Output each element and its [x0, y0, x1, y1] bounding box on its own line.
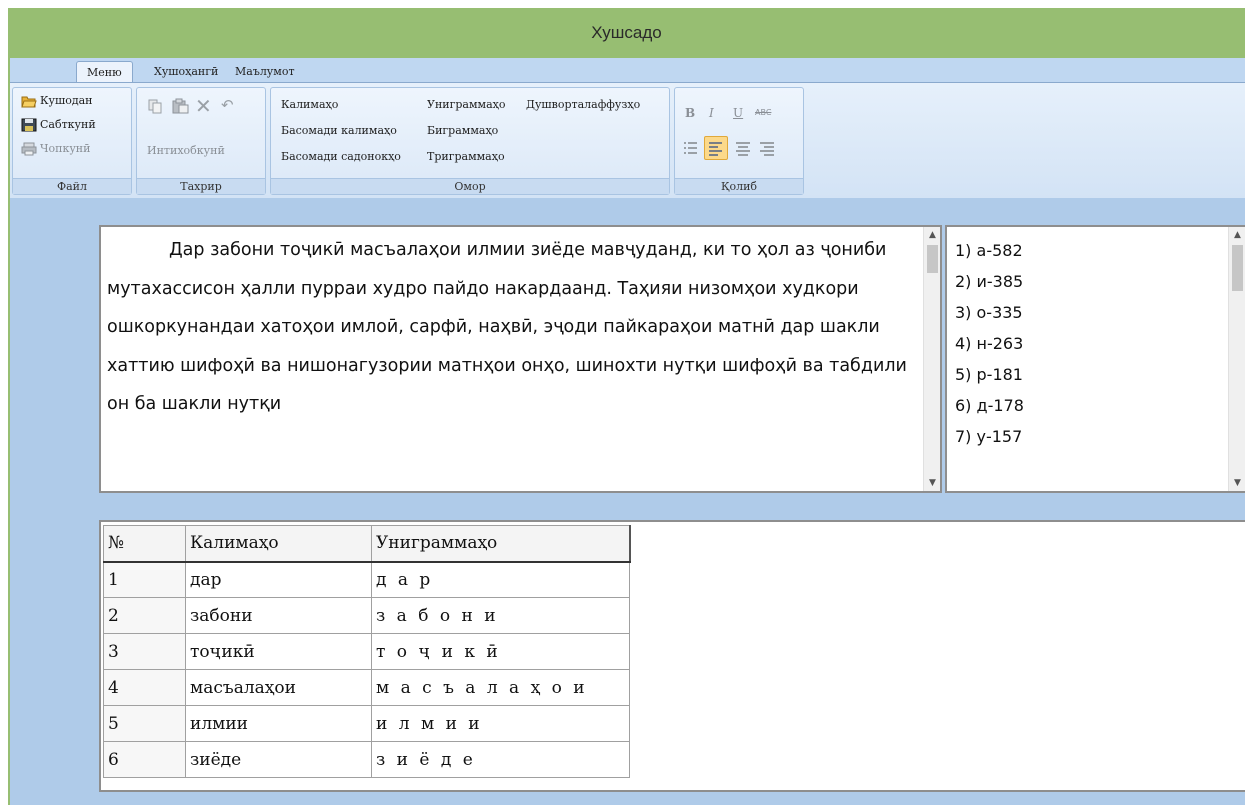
list-item[interactable]: 7) у-157	[955, 421, 1024, 452]
file-group: Кушодан Сабткунӣ Чопкунӣ Файл	[12, 87, 132, 195]
format-group: B I U ABC Қолиб	[674, 87, 804, 195]
row-number-cell[interactable]: 2	[103, 597, 186, 634]
row-number-cell[interactable]: 5	[103, 705, 186, 742]
unigram-cell[interactable]: з а б о н и	[371, 597, 630, 634]
text-content[interactable]: Дар забони тоҷикӣ масъалаҳои илмии зиёде…	[107, 231, 915, 424]
cut-icon[interactable]: ✕	[195, 94, 212, 118]
table-row[interactable]: 1 дар д а р	[103, 561, 630, 598]
bold-button[interactable]: B	[685, 106, 695, 120]
word-cell[interactable]: масъалаҳои	[185, 669, 372, 706]
window-title: Хушсадо	[591, 23, 662, 42]
title-bar: Хушсадо	[8, 8, 1245, 58]
list-item[interactable]: 2) и-385	[955, 266, 1024, 297]
format-group-label: Қолиб	[675, 178, 803, 194]
paste-icon[interactable]	[171, 98, 189, 114]
tab-info[interactable]: Маълумот	[225, 61, 305, 83]
bigrams-button[interactable]: Биграммаҳо	[427, 124, 498, 138]
frequency-scrollbar-thumb[interactable]	[1232, 245, 1243, 291]
list-item[interactable]: 1) а-582	[955, 235, 1024, 266]
frequency-list: 1) а-582 2) и-385 3) о-335 4) н-263 5) р…	[955, 235, 1024, 452]
grid-header-row: № Калимаҳо Униграммаҳо	[103, 525, 631, 563]
text-scrollbar[interactable]: ▲ ▼	[923, 227, 940, 491]
save-icon	[21, 118, 37, 132]
word-cell[interactable]: зиёде	[185, 741, 372, 778]
copy-icon[interactable]	[147, 98, 163, 114]
align-center-icon[interactable]	[735, 140, 751, 156]
row-number-cell[interactable]: 3	[103, 633, 186, 670]
row-number-cell[interactable]: 4	[103, 669, 186, 706]
open-button[interactable]: Кушодан	[21, 94, 93, 108]
tab-sound[interactable]: Хушоҳангӣ	[144, 61, 228, 83]
table-row[interactable]: 5 илмии и л м и и	[103, 705, 630, 742]
word-cell[interactable]: тоҷикӣ	[185, 633, 372, 670]
frequency-scrollbar[interactable]: ▲ ▼	[1228, 227, 1245, 491]
underline-button[interactable]: U	[733, 106, 743, 120]
column-header-number[interactable]: №	[103, 525, 186, 563]
table-row[interactable]: 3 тоҷикӣ т о ҷ и к ӣ	[103, 633, 630, 670]
tab-menu[interactable]: Меню	[76, 61, 133, 83]
unigram-cell[interactable]: м а с ъ а л а ҳ о и	[371, 669, 630, 706]
unigram-cell[interactable]: з и ё д е	[371, 741, 630, 778]
word-cell[interactable]: дар	[185, 561, 372, 598]
words-button[interactable]: Калимаҳо	[281, 98, 338, 112]
data-grid-pane: № Калимаҳо Униграммаҳо 1 дар д а р 2 заб…	[99, 520, 1245, 792]
list-item[interactable]: 4) н-263	[955, 328, 1024, 359]
folder-open-icon	[21, 96, 37, 108]
word-cell[interactable]: забони	[185, 597, 372, 634]
save-button[interactable]: Сабткунӣ	[21, 118, 96, 132]
ribbon-tab-strip: Меню Хушоҳангӣ Маълумот	[10, 58, 1245, 83]
undo-icon[interactable]: ↶	[221, 96, 234, 114]
print-icon	[21, 142, 37, 156]
align-left-button[interactable]	[704, 136, 728, 160]
save-label: Сабткунӣ	[40, 118, 96, 131]
italic-button[interactable]: I	[709, 106, 714, 120]
trigrams-button[interactable]: Триграммаҳо	[427, 150, 505, 164]
strikethrough-button[interactable]: ABC	[755, 108, 771, 117]
scroll-down-arrow-icon[interactable]: ▼	[1229, 475, 1245, 491]
edit-group-label: Тахрир	[137, 178, 265, 194]
table-row[interactable]: 4 масъалаҳои м а с ъ а л а ҳ о и	[103, 669, 630, 706]
stats-group: Калимаҳо Басомади калимаҳо Басомади садо…	[270, 87, 670, 195]
list-icon[interactable]	[683, 140, 699, 156]
file-group-label: Файл	[13, 178, 131, 194]
column-header-words[interactable]: Калимаҳо	[185, 525, 372, 563]
list-item[interactable]: 5) р-181	[955, 359, 1024, 390]
list-item[interactable]: 6) д-178	[955, 390, 1024, 421]
table-row[interactable]: 2 забони з а б о н и	[103, 597, 630, 634]
word-frequency-button[interactable]: Басомади калимаҳо	[281, 124, 397, 138]
column-header-unigrams[interactable]: Униграммаҳо	[371, 525, 631, 563]
print-button[interactable]: Чопкунӣ	[21, 142, 90, 156]
unigram-cell[interactable]: д а р	[371, 561, 630, 598]
ribbon: Кушодан Сабткунӣ Чопкунӣ Файл ✕ ↶ Интихо…	[10, 82, 1245, 198]
scroll-up-arrow-icon[interactable]: ▲	[1229, 227, 1245, 243]
unigram-cell[interactable]: и л м и и	[371, 705, 630, 742]
table-row[interactable]: 6 зиёде з и ё д е	[103, 741, 630, 778]
open-label: Кушодан	[40, 94, 93, 107]
unigrams-button[interactable]: Униграммаҳо	[427, 98, 505, 112]
text-scrollbar-thumb[interactable]	[927, 245, 938, 273]
row-number-cell[interactable]: 6	[103, 741, 186, 778]
row-number-cell[interactable]: 1	[103, 561, 186, 598]
data-grid: № Калимаҳо Униграммаҳо 1 дар д а р 2 заб…	[103, 525, 631, 778]
select-button[interactable]: Интихобкунӣ	[147, 144, 225, 158]
frequency-list-box[interactable]: 1) а-582 2) и-385 3) о-335 4) н-263 5) р…	[945, 225, 1245, 493]
align-left-icon	[709, 142, 722, 156]
word-cell[interactable]: илмии	[185, 705, 372, 742]
vowel-frequency-button[interactable]: Басомади садонокҳо	[281, 150, 401, 164]
stats-group-label: Омор	[271, 178, 669, 194]
text-editor[interactable]: Дар забони тоҷикӣ масъалаҳои илмии зиёде…	[99, 225, 942, 493]
edit-group: ✕ ↶ Интихобкунӣ Тахрир	[136, 87, 266, 195]
list-item[interactable]: 3) о-335	[955, 297, 1024, 328]
align-right-icon[interactable]	[759, 140, 775, 156]
hard-words-button[interactable]: Душворталаффузҳо	[526, 98, 640, 112]
scroll-down-arrow-icon[interactable]: ▼	[924, 475, 940, 491]
scroll-up-arrow-icon[interactable]: ▲	[924, 227, 940, 243]
unigram-cell[interactable]: т о ҷ и к ӣ	[371, 633, 630, 670]
print-label: Чопкунӣ	[40, 142, 91, 155]
